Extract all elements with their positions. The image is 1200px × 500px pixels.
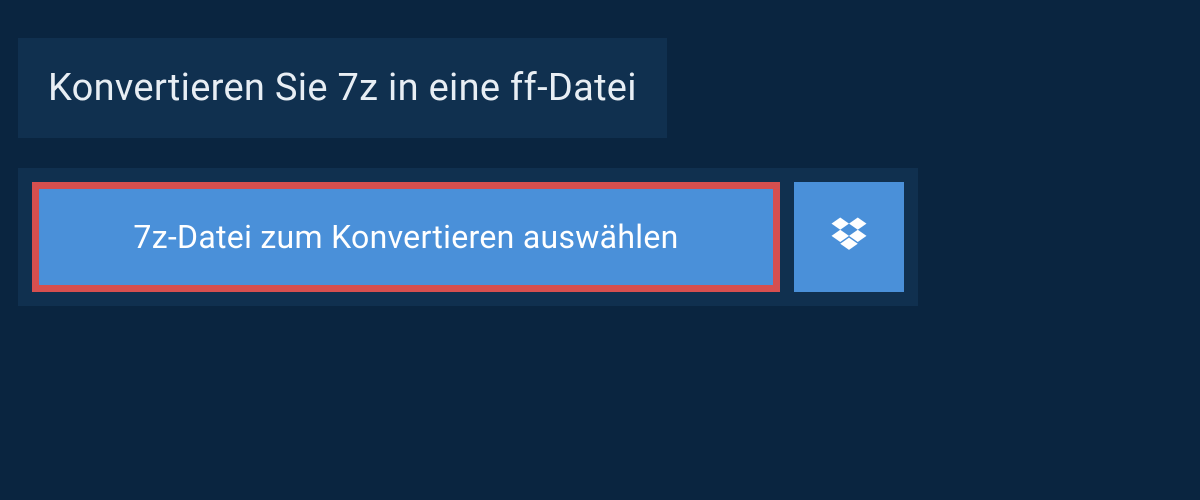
dropbox-button[interactable] xyxy=(794,182,904,292)
page-header: Konvertieren Sie 7z in eine ff-Datei xyxy=(18,38,667,138)
select-file-label: 7z-Datei zum Konvertieren auswählen xyxy=(133,218,678,256)
select-file-button[interactable]: 7z-Datei zum Konvertieren auswählen xyxy=(32,182,780,292)
upload-section: 7z-Datei zum Konvertieren auswählen xyxy=(18,168,918,306)
dropbox-icon xyxy=(828,214,870,260)
page-title: Konvertieren Sie 7z in eine ff-Datei xyxy=(48,66,637,110)
